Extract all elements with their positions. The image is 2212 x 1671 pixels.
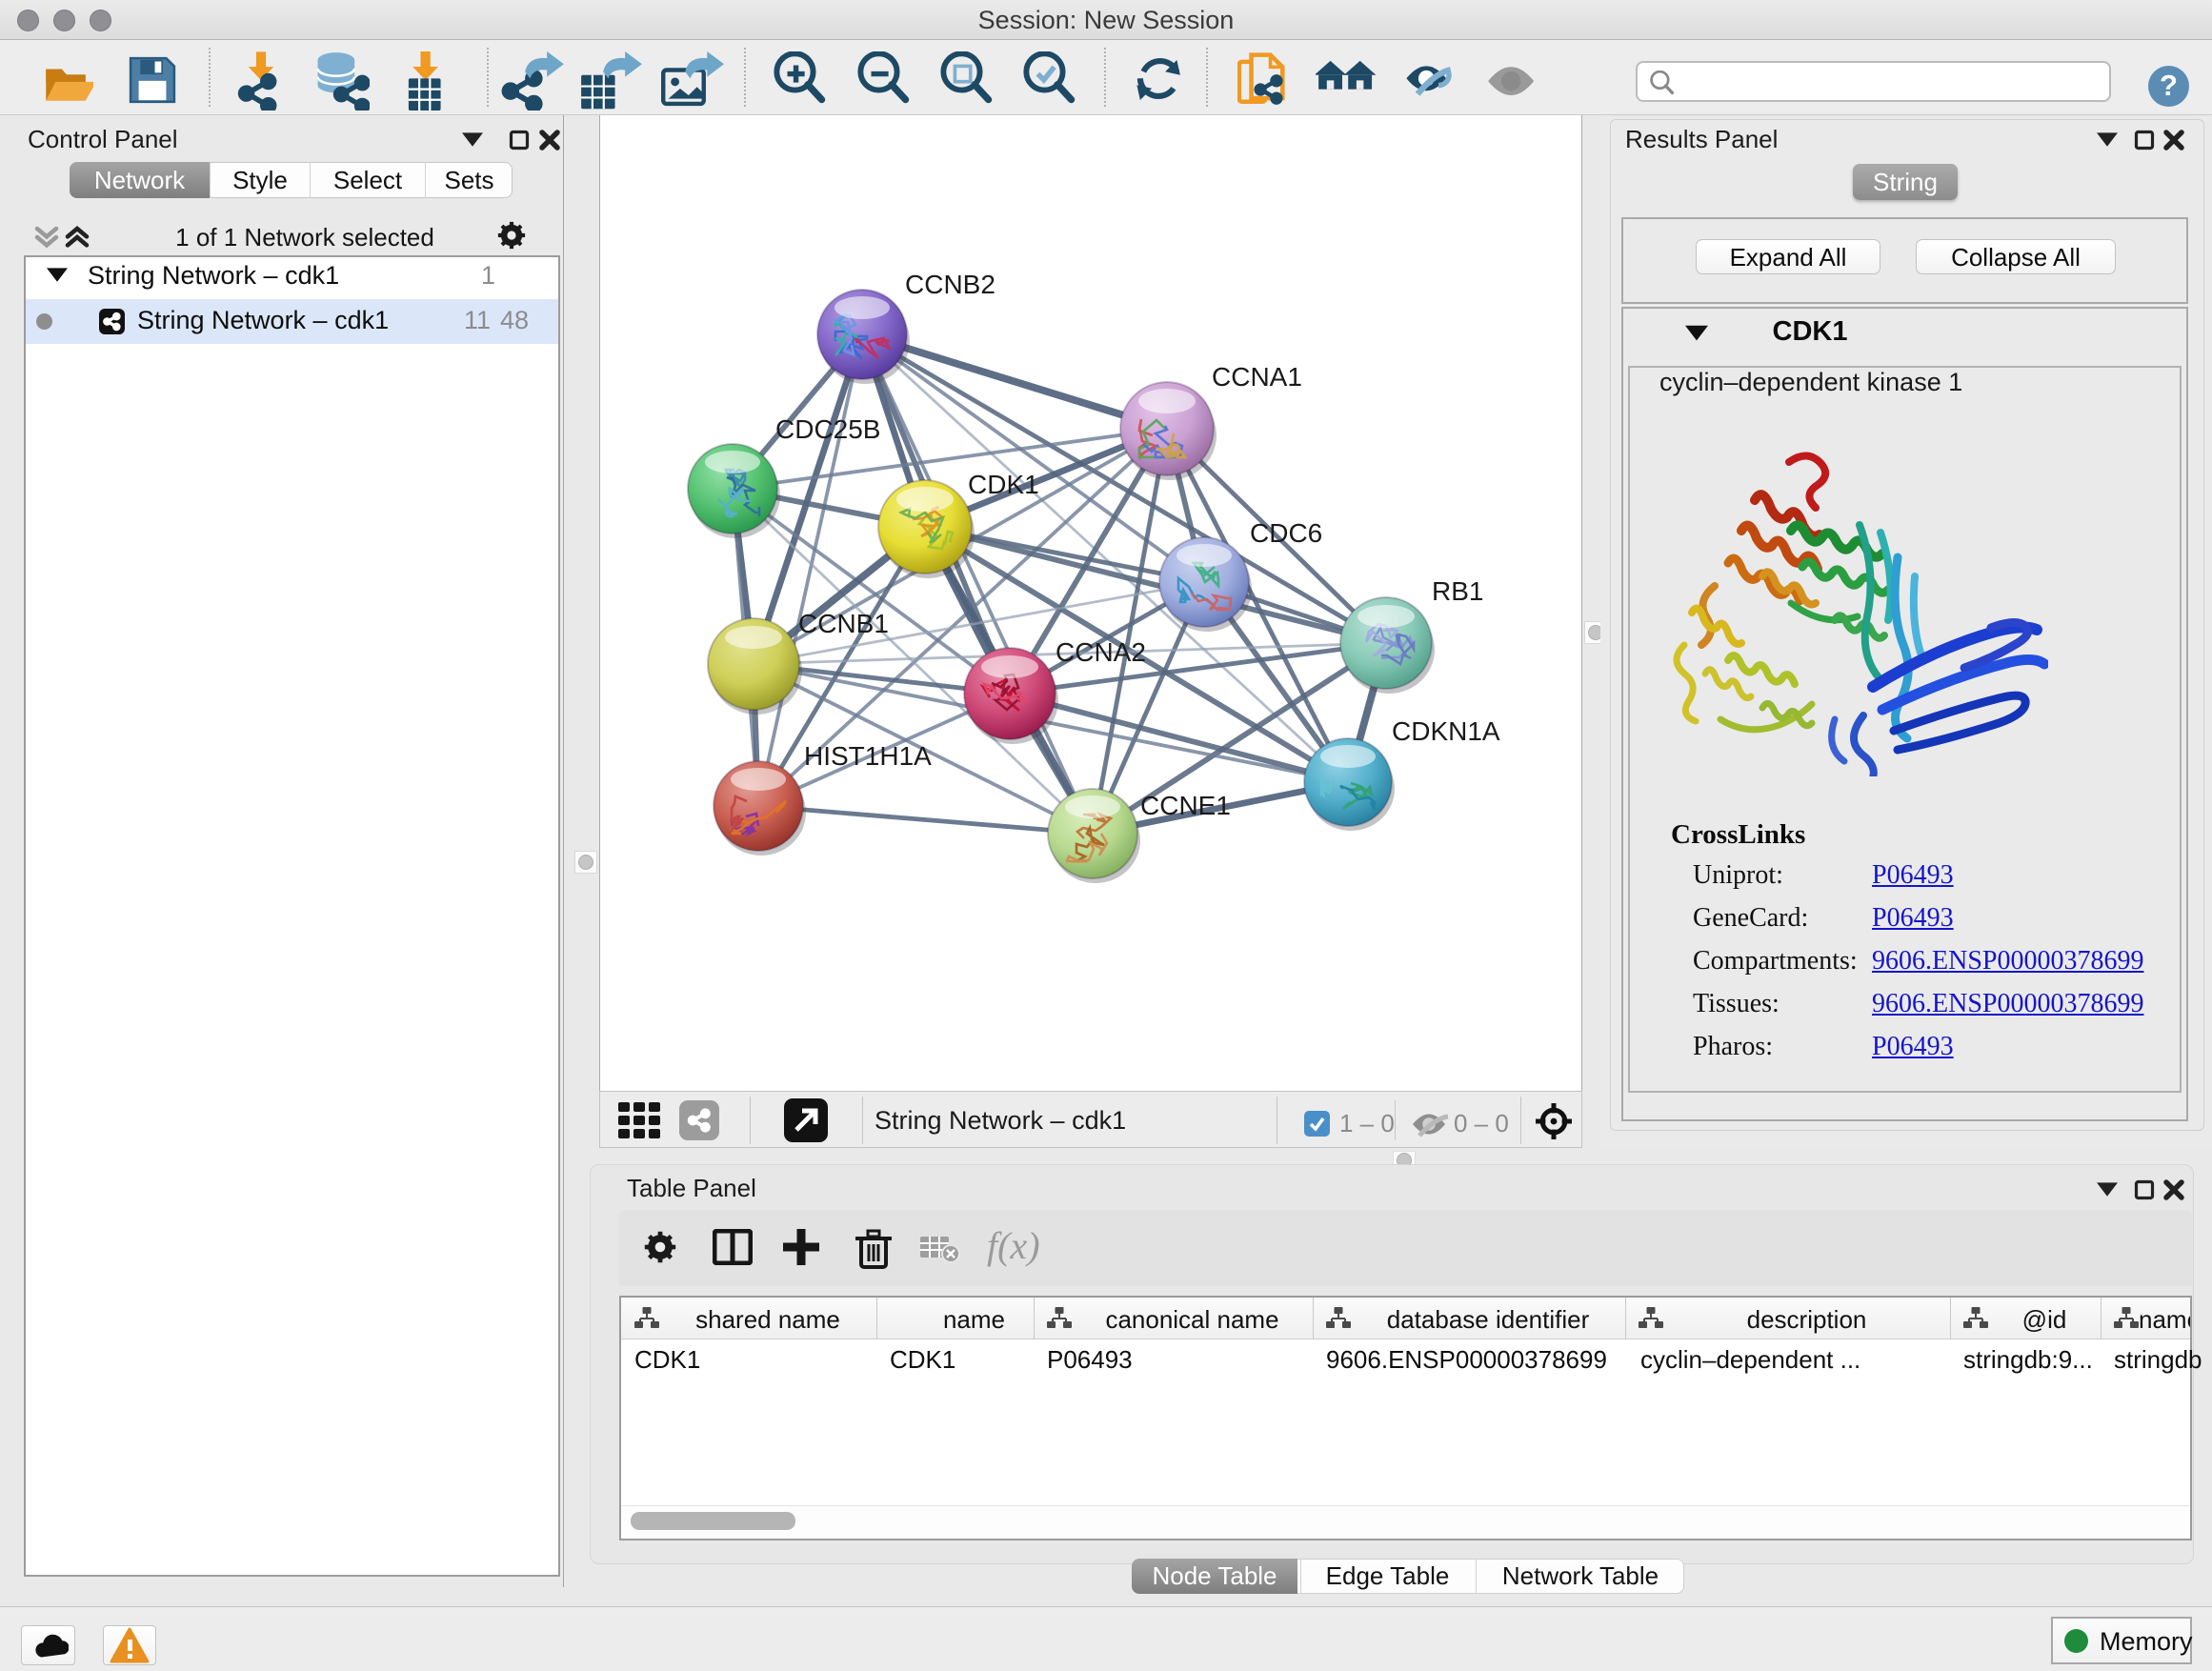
svg-text:CCNA1: CCNA1 — [1212, 362, 1302, 392]
svg-text:CCNB2: CCNB2 — [905, 270, 995, 299]
svg-text:CDKN1A: CDKN1A — [1392, 716, 1500, 746]
svg-text:CCNA2: CCNA2 — [1056, 637, 1146, 667]
svg-text:CDK1: CDK1 — [968, 470, 1039, 499]
svg-text:CCNB1: CCNB1 — [798, 609, 889, 638]
svg-text:CDC6: CDC6 — [1250, 518, 1322, 548]
svg-text:HIST1H1A: HIST1H1A — [804, 741, 932, 771]
svg-text:CDC25B: CDC25B — [775, 414, 880, 444]
svg-text:RB1: RB1 — [1432, 576, 1483, 606]
svg-text:CCNE1: CCNE1 — [1140, 791, 1231, 820]
